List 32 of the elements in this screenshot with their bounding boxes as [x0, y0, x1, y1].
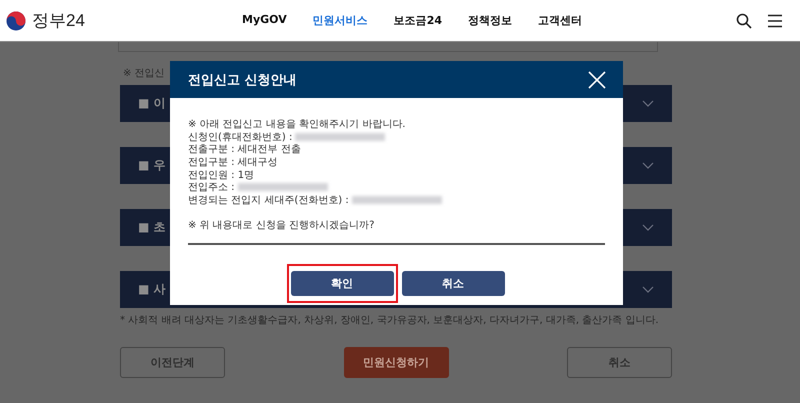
notice-text: ※ 전입신	[123, 67, 165, 81]
info-line: ※ 아래 전입신고 내용을 확인해주시기 바랍니다.	[188, 118, 406, 132]
nav-tab[interactable]: 정책정보	[468, 13, 512, 28]
section-title: ■ 이	[138, 95, 166, 112]
nav-tab[interactable]: MyGOV	[242, 13, 287, 28]
chevron-down-icon	[642, 286, 654, 293]
info-line: 전출구분 : 세대전부 전출	[188, 143, 301, 156]
footnote-text: * 사회적 배려 대상자는 기초생활수급자, 차상위, 장애인, 국가유공자, 보훈대상자, 다자녀가구, 대가족, 출산가족 입니다.	[120, 314, 660, 327]
info-line: 전입인원 : 1명	[188, 168, 254, 182]
section-title: ■ 초	[138, 219, 166, 236]
section-title: ■ 사	[138, 281, 166, 298]
site-logo[interactable]: 정부24	[32, 9, 85, 32]
info-line: 신청인(휴대전화번호) :	[188, 130, 292, 144]
nav-tab[interactable]: 고객센터	[538, 13, 582, 28]
chevron-down-icon	[642, 162, 654, 169]
section-title: ■ 우	[138, 157, 166, 174]
dialog-button[interactable]: 확인	[290, 271, 394, 296]
info-line: 변경되는 전입지 세대주(전화번호) :	[188, 194, 349, 207]
dialog-button[interactable]: 취소	[402, 271, 504, 296]
chevron-down-icon	[642, 100, 654, 107]
search-icon[interactable]	[736, 12, 752, 28]
chevron-down-icon	[642, 224, 654, 231]
emblem-icon	[6, 10, 26, 30]
info-line: 전입구분 : 세대구성	[188, 156, 278, 170]
dialog-title: 전입신고 신청안내	[188, 72, 297, 88]
info-line: 전입주소 :	[188, 181, 235, 194]
page-button[interactable]: 민원신청하기	[344, 347, 448, 378]
menu-icon[interactable]	[768, 14, 782, 28]
confirm-question: ※ 위 내용대로 신청을 진행하시겠습니까?	[188, 219, 376, 232]
nav-tab[interactable]: 민원서비스	[312, 13, 368, 28]
nav-tab[interactable]: 보조금24	[394, 13, 442, 28]
close-icon[interactable]	[588, 70, 606, 88]
